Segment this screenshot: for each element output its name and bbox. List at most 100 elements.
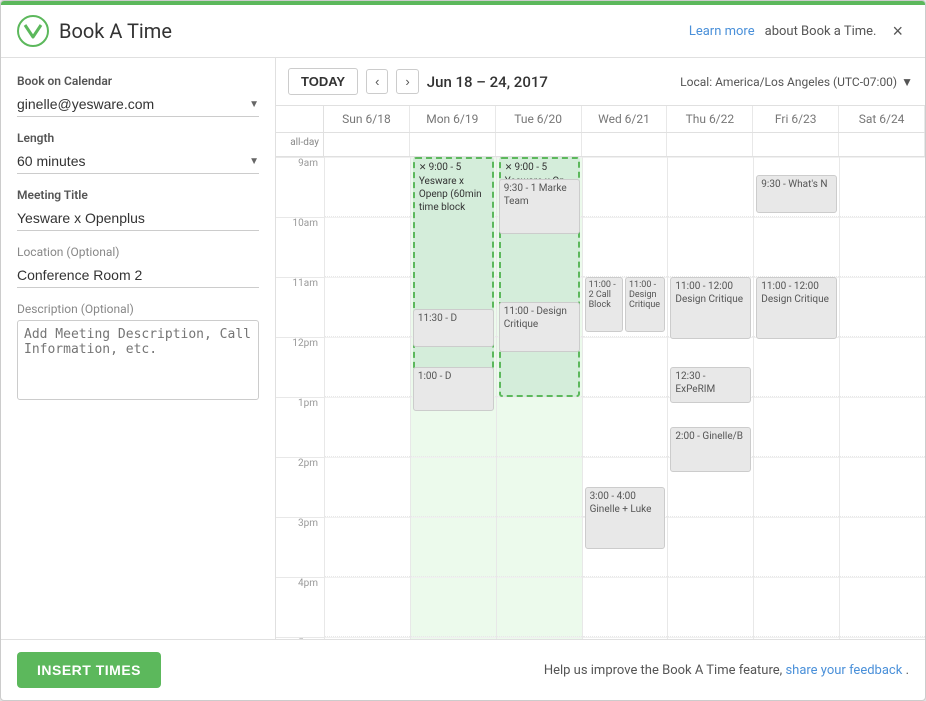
footer-period: .	[906, 663, 909, 678]
hour-slot[interactable]	[840, 217, 925, 277]
hour-slot[interactable]	[583, 397, 668, 457]
hour-slot[interactable]	[497, 637, 582, 639]
footer-help-prefix: Help us improve the Book A Time feature,	[544, 663, 782, 678]
event-close-icon[interactable]: ✕	[419, 163, 429, 173]
hour-slot[interactable]	[668, 517, 753, 577]
length-label: Length	[17, 131, 259, 145]
hour-slot[interactable]	[840, 337, 925, 397]
hour-slot[interactable]	[325, 577, 410, 637]
hour-slot[interactable]	[840, 637, 925, 639]
hour-slot[interactable]	[583, 217, 668, 277]
hour-slot[interactable]	[668, 217, 753, 277]
hour-slot[interactable]	[411, 577, 496, 637]
day-header-sat: Sat 6/24	[839, 106, 925, 132]
calendar-event: 11:30 - D	[413, 309, 494, 347]
time-label-4pm: 4pm	[276, 577, 324, 637]
hour-slot[interactable]	[583, 637, 668, 639]
hour-slot[interactable]	[411, 457, 496, 517]
hour-slot[interactable]	[840, 277, 925, 337]
hour-slot[interactable]	[325, 277, 410, 337]
calendar-pane: TODAY ‹ › Jun 18 – 24, 2017 Local: Ameri…	[276, 58, 925, 639]
calendar-event: 9:30 - 1 Marke Team	[499, 179, 580, 234]
next-nav-button[interactable]: ›	[396, 69, 418, 94]
time-grid: 9am10am11am12pm1pm2pm3pm4pm5pm ✕ 9:00 - …	[276, 157, 925, 639]
hour-slot[interactable]	[668, 637, 753, 639]
prev-nav-button[interactable]: ‹	[366, 69, 388, 94]
all-day-fri	[753, 133, 839, 156]
hour-slot[interactable]	[497, 577, 582, 637]
hour-slot[interactable]	[668, 157, 753, 217]
all-day-row: all-day	[276, 133, 925, 157]
all-day-tue	[496, 133, 582, 156]
hour-slot[interactable]	[583, 577, 668, 637]
insert-times-button[interactable]: INSERT TIMES	[17, 652, 161, 688]
hour-slot[interactable]	[754, 397, 839, 457]
timezone-label: Local: America/Los Angeles (UTC-07:00)	[680, 75, 897, 89]
location-input[interactable]	[17, 263, 259, 288]
close-button[interactable]: ×	[886, 19, 909, 44]
date-range-label: Jun 18 – 24, 2017	[427, 73, 672, 91]
hour-slot[interactable]	[754, 217, 839, 277]
hour-slot[interactable]	[754, 517, 839, 577]
hour-slot[interactable]	[325, 157, 410, 217]
calendar-event: 3:00 - 4:00 Ginelle + Luke	[585, 487, 666, 549]
timezone-selector[interactable]: Local: America/Los Angeles (UTC-07:00) ▼	[680, 75, 913, 89]
hour-slot[interactable]	[325, 397, 410, 457]
calendar-select[interactable]: ginelle@yesware.com	[17, 92, 259, 116]
calendar-select-wrapper: ginelle@yesware.com ▼	[17, 92, 259, 117]
modal-container: Book A Time Learn more about Book a Time…	[0, 0, 926, 701]
hour-slot[interactable]	[583, 157, 668, 217]
hour-slot[interactable]	[668, 577, 753, 637]
day-col-tue[interactable]: ✕ 9:00 - 5 Yesware x Op (60min time blo9…	[496, 157, 582, 639]
day-header-fri: Fri 6/23	[753, 106, 839, 132]
event-close-icon[interactable]: ✕	[505, 163, 515, 173]
hour-slot[interactable]	[754, 337, 839, 397]
all-day-sun	[324, 133, 410, 156]
hour-slot[interactable]	[840, 157, 925, 217]
sidebar: Book on Calendar ginelle@yesware.com ▼ L…	[1, 58, 276, 639]
all-day-label: all-day	[276, 133, 324, 156]
hour-slot[interactable]	[840, 577, 925, 637]
time-label-1pm: 1pm	[276, 397, 324, 457]
description-textarea[interactable]	[17, 320, 259, 400]
learn-more-link[interactable]: Learn more	[689, 24, 755, 39]
today-button[interactable]: TODAY	[288, 68, 358, 95]
hour-slot[interactable]	[325, 457, 410, 517]
calendar-event: 2:00 - Ginelle/B	[670, 427, 751, 472]
hour-slot[interactable]	[411, 637, 496, 639]
book-on-calendar-label: Book on Calendar	[17, 74, 259, 88]
description-label: Description (Optional)	[17, 302, 259, 316]
header-left: Book A Time	[17, 15, 172, 47]
hour-slot[interactable]	[325, 337, 410, 397]
day-col-fri: 9:30 - What's N11:00 - 12:00 Design Crit…	[753, 157, 839, 639]
hour-slot[interactable]	[754, 577, 839, 637]
hour-slot[interactable]	[325, 217, 410, 277]
time-label-3pm: 3pm	[276, 517, 324, 577]
hour-slot[interactable]	[325, 517, 410, 577]
hour-slot[interactable]	[840, 457, 925, 517]
hour-slot[interactable]	[840, 397, 925, 457]
meeting-title-input[interactable]	[17, 206, 259, 231]
hour-slot[interactable]	[497, 517, 582, 577]
hour-slot[interactable]	[497, 457, 582, 517]
time-label-2pm: 2pm	[276, 457, 324, 517]
hour-slot[interactable]	[325, 637, 410, 639]
all-day-mon	[410, 133, 496, 156]
feedback-link[interactable]: share your feedback	[785, 663, 902, 678]
day-col-sat	[839, 157, 925, 639]
day-col-mon[interactable]: ✕ 9:00 - 5 Yesware x Openp (60min time b…	[410, 157, 496, 639]
day-headers-row: Sun 6/18 Mon 6/19 Tue 6/20 Wed 6/21 Thu …	[276, 106, 925, 133]
length-select[interactable]: 60 minutes	[17, 149, 259, 173]
hour-slot[interactable]	[840, 517, 925, 577]
hour-slot[interactable]	[754, 637, 839, 639]
calendar-event: 11:00 - 12:00 Design Critique	[756, 277, 837, 339]
modal-title: Book A Time	[59, 19, 172, 43]
hour-slot[interactable]	[497, 397, 582, 457]
day-col-sun	[324, 157, 410, 639]
calendar-grid: Sun 6/18 Mon 6/19 Tue 6/20 Wed 6/21 Thu …	[276, 106, 925, 639]
hour-slot[interactable]	[583, 337, 668, 397]
day-col-wed: 11:00 - 2 Call Block11:00 - Design Criti…	[582, 157, 668, 639]
hour-slot[interactable]	[754, 457, 839, 517]
length-select-wrapper: 60 minutes ▼	[17, 149, 259, 174]
hour-slot[interactable]	[411, 517, 496, 577]
